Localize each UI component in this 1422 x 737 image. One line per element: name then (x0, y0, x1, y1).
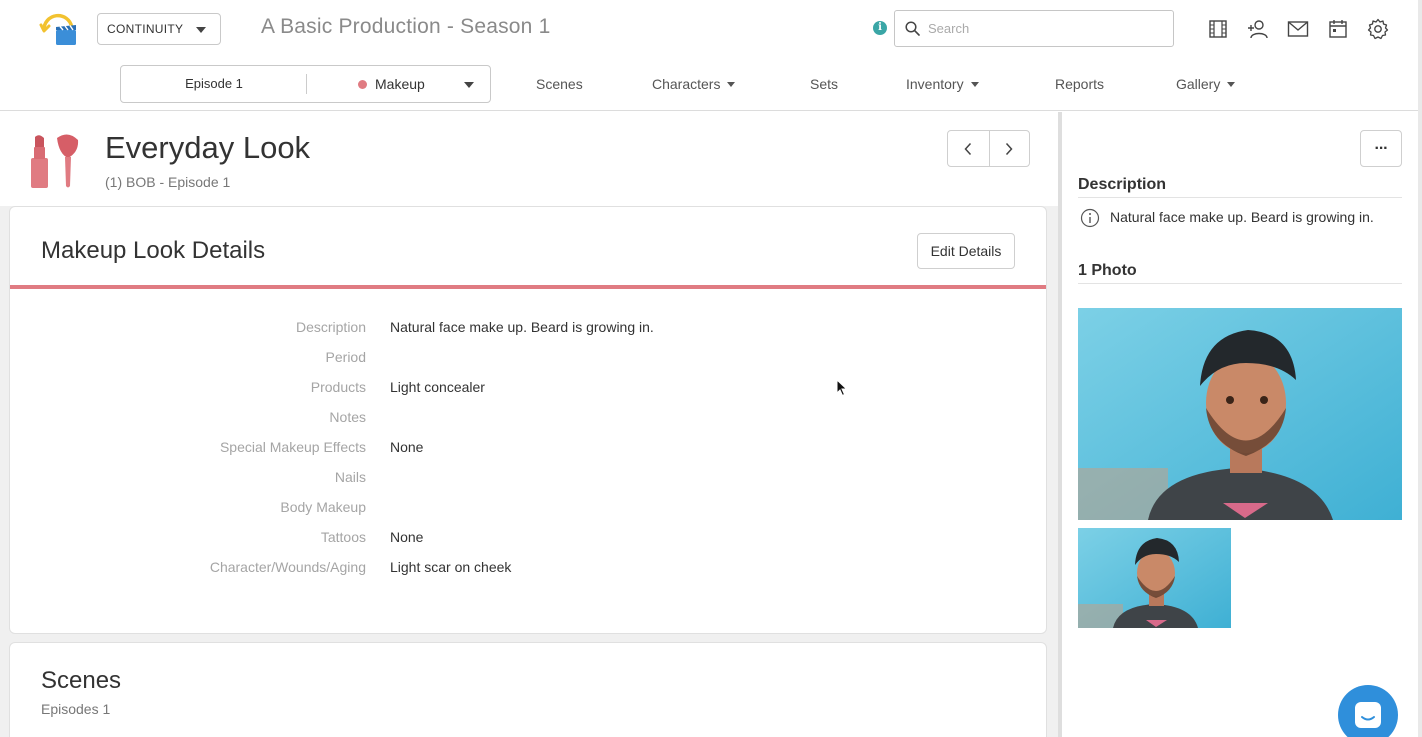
edit-details-button[interactable]: Edit Details (917, 233, 1015, 269)
field-value: Natural face make up. Beard is growing i… (390, 319, 654, 335)
chevron-down-icon (1227, 81, 1236, 87)
field-value: Light scar on cheek (390, 559, 512, 575)
production-title[interactable]: A Basic Production - Season 1 (261, 15, 550, 39)
field-label: Tattoos (320, 529, 366, 545)
mouse-cursor-icon (836, 378, 848, 402)
field-row: Body Makeup (10, 499, 1046, 529)
accent-bar (10, 285, 1046, 289)
chat-launcher-button[interactable] (1338, 685, 1398, 737)
field-label: Description (295, 319, 366, 335)
nav-characters[interactable]: Characters (652, 76, 736, 92)
side-panel: ··· Description Natural face make up. Be… (1062, 112, 1418, 737)
field-row: Notes (10, 409, 1046, 439)
mail-icon[interactable] (1286, 17, 1310, 41)
add-user-icon[interactable] (1246, 17, 1270, 41)
field-row: Nails (10, 469, 1046, 499)
episode-select[interactable]: Episode 1 (121, 66, 307, 102)
look-header: Everyday Look (1) BOB - Episode 1 (0, 112, 1058, 206)
photos-heading: 1 Photo (1078, 262, 1137, 279)
divider (1078, 283, 1402, 284)
chevron-down-icon (727, 81, 736, 87)
search-box[interactable] (894, 10, 1174, 47)
card-title: Scenes (41, 667, 122, 694)
more-icon: ··· (1374, 139, 1389, 157)
next-button[interactable] (988, 131, 1030, 166)
scenes-card: Scenes Episodes 1 (9, 642, 1047, 737)
main-content[interactable]: Everyday Look (1) BOB - Episode 1 Makeup… (0, 112, 1058, 737)
field-label: Character/Wounds/Aging (209, 559, 366, 575)
field-row: Character/Wounds/Aging Light scar on chee… (10, 559, 1046, 589)
nav-label: Characters (652, 76, 721, 92)
chevron-down-icon[interactable] (464, 82, 474, 88)
chevron-right-icon (1006, 142, 1013, 155)
app-logo-icon[interactable] (38, 10, 80, 48)
photo-preview[interactable] (1078, 308, 1402, 520)
description-text: Natural face make up. Beard is growing i… (1110, 209, 1374, 225)
film-icon[interactable] (1206, 17, 1230, 41)
search-icon (905, 21, 920, 36)
description-heading: Description (1078, 176, 1167, 193)
info-icon[interactable]: i (873, 21, 887, 35)
card-title: Makeup Look Details (41, 237, 266, 264)
chevron-down-icon (196, 27, 206, 33)
window-edge (1418, 0, 1422, 737)
makeup-icon (26, 132, 82, 190)
category-label: Makeup (375, 76, 425, 92)
info-icon (1080, 208, 1100, 233)
section-nav: Episode 1 Makeup Scenes Characters Sets … (0, 58, 1422, 111)
nav-sets[interactable]: Sets (810, 76, 838, 92)
chat-icon (1355, 702, 1381, 728)
look-subtitle[interactable]: (1) BOB - Episode 1 (105, 174, 230, 190)
page-title: Everyday Look (105, 130, 311, 165)
nav-label: Gallery (1176, 76, 1221, 92)
nav-label: Sets (810, 76, 839, 92)
previous-button[interactable] (948, 131, 989, 166)
top-header: CONTINUITY A Basic Production - Season 1… (0, 0, 1422, 58)
field-row: Description Natural face make up. Beard i… (10, 319, 1046, 349)
more-options-button[interactable]: ··· (1360, 130, 1402, 167)
category-select[interactable]: Makeup (357, 66, 425, 102)
field-row: Products Light concealer (10, 379, 1046, 409)
chevron-down-icon (970, 81, 979, 87)
field-label: Body Makeup (280, 499, 366, 515)
details-fields: Description Natural face make up. Beard i… (10, 319, 1046, 589)
nav-label: Scenes (536, 76, 583, 92)
field-label: Notes (329, 409, 366, 425)
divider (306, 74, 307, 94)
field-label: Products (310, 379, 366, 395)
nav-label: Reports (1055, 76, 1105, 92)
nav-scenes[interactable]: Scenes (536, 76, 583, 92)
app-mode-label: CONTINUITY (107, 22, 184, 36)
episode-category-selector[interactable]: Episode 1 Makeup (120, 65, 491, 103)
field-row: Tattoos None (10, 529, 1046, 559)
field-label: Period (325, 349, 366, 365)
scenes-subtitle: Episodes 1 (41, 701, 111, 717)
search-input[interactable] (928, 21, 1158, 36)
field-row: Special Makeup Effects None (10, 439, 1046, 469)
nav-inventory[interactable]: Inventory (906, 76, 979, 92)
chevron-left-icon (964, 142, 972, 155)
field-value: Light concealer (390, 379, 485, 395)
makeup-details-card: Makeup Look Details Edit Details Descrip… (9, 206, 1047, 634)
divider (1078, 197, 1402, 198)
gear-icon[interactable] (1366, 17, 1390, 41)
look-pager (947, 130, 1030, 167)
nav-label: Inventory (906, 76, 964, 92)
photo-thumbnail[interactable] (1078, 528, 1231, 628)
field-label: Special Makeup Effects (219, 439, 366, 455)
calendar-icon[interactable] (1326, 17, 1350, 41)
app-mode-select[interactable]: CONTINUITY (97, 13, 221, 45)
field-value: None (390, 529, 424, 545)
field-row: Period (10, 349, 1046, 379)
nav-gallery[interactable]: Gallery (1176, 76, 1236, 92)
nav-reports[interactable]: Reports (1055, 76, 1104, 92)
field-value: None (390, 439, 424, 455)
field-label: Nails (334, 469, 366, 485)
